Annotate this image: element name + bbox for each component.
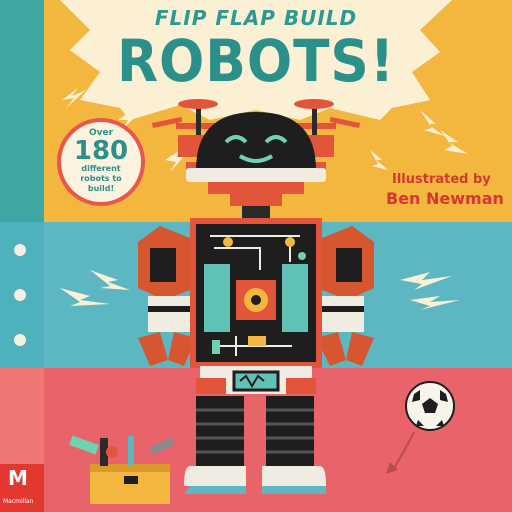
book-cover: FLIP FLAP BUILD ROBOTS! Over 180 differe… <box>0 0 512 512</box>
badge-caption: different robots to build! <box>80 164 122 193</box>
toolbox-icon <box>69 435 175 504</box>
robot-hips <box>196 366 316 394</box>
robot-count-badge: Over 180 different robots to build! <box>57 118 145 206</box>
publisher-logo-mark: M <box>8 466 28 490</box>
robot-leg-icon <box>184 396 326 494</box>
circuit-board-icon <box>190 218 322 368</box>
publisher-name: Macmillan <box>3 498 34 505</box>
illustrated-by-label: Illustrated by <box>392 172 491 187</box>
illustrator-name: Ben Newman <box>386 189 504 208</box>
soccer-ball-icon <box>386 381 455 474</box>
book-title: ROBOTS! <box>116 27 396 95</box>
badge-number: 180 <box>73 136 129 166</box>
